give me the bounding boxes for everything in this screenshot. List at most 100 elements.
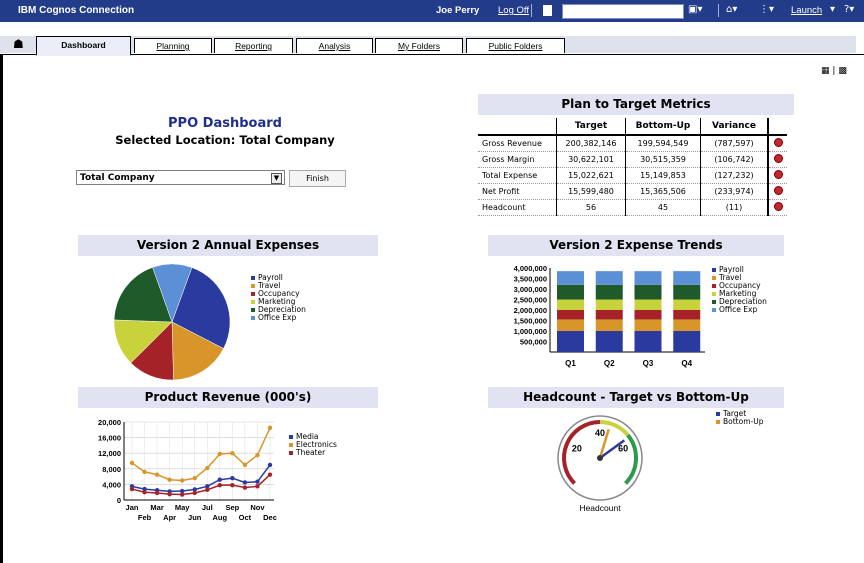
bar-segment [557, 299, 584, 310]
bar-segment [634, 319, 662, 331]
row-label: Gross Margin [478, 151, 557, 168]
bar-segment [634, 284, 662, 300]
search-input[interactable] [562, 4, 684, 19]
data-point [217, 451, 223, 457]
data-point [230, 475, 235, 481]
table-row: Net Profit 15,599,480 15,365,506 (233,97… [478, 183, 787, 200]
legend-swatch [251, 292, 255, 296]
status-dot-icon [773, 186, 783, 195]
x-tick-label: Nov [250, 503, 265, 512]
y-tick-label: 20,000 [98, 418, 121, 427]
tab-dashboard[interactable]: Dashboard [36, 36, 131, 56]
x-tick-label: Oct [239, 513, 252, 522]
data-point [230, 482, 235, 488]
tab-planning[interactable]: Planning [134, 38, 212, 53]
data-point [242, 485, 248, 490]
data-point [217, 482, 223, 488]
x-tick-label: Jan [126, 503, 139, 512]
tab-analysis[interactable]: Analysis [296, 38, 373, 53]
x-tick-label: Q4 [681, 359, 692, 368]
x-tick-label: Aug [213, 513, 228, 522]
metrics-table: Target Bottom-Up Variance Gross Revenue … [478, 118, 787, 216]
portal-home-icon[interactable]: ☗ [13, 37, 24, 51]
row-label: Gross Revenue [478, 135, 557, 152]
x-tick-label: Q2 [604, 359, 615, 368]
expense-trends-bar-chart: 4,000,000 3,500,0003,000,000 2,500,0002,00… [514, 264, 705, 368]
column-header: Variance [700, 118, 768, 136]
bar-segment [634, 310, 662, 320]
title-bar: IBM Cognos Connection Joe Perry Log Off … [0, 0, 864, 22]
legend-swatch [251, 316, 255, 320]
chevron-down-icon[interactable]: ▾ [830, 4, 835, 15]
data-point [217, 477, 223, 482]
bar-segment [595, 271, 623, 285]
more-icon[interactable]: ⋮▾ [759, 4, 774, 15]
separator [718, 4, 719, 17]
y-tick-label: 2,000,000 [514, 306, 547, 315]
data-point [255, 484, 260, 489]
bar-segment [595, 331, 623, 352]
y-tick-label: 1,500,000 [514, 317, 547, 326]
page-properties-icon[interactable]: ▩ [838, 66, 847, 76]
status-indicator [767, 135, 787, 152]
logoff-link[interactable]: Log Off [498, 5, 529, 16]
location-select[interactable]: Total Company ▼ [76, 170, 285, 185]
launch-menu[interactable]: Launch [791, 5, 822, 16]
cell-bottom-up: 199,594,549 [625, 135, 701, 152]
home-icon[interactable]: ⌂▾ [726, 4, 737, 15]
gauge-hub [597, 455, 603, 461]
x-tick-label: Apr [163, 513, 176, 522]
page-icon[interactable] [543, 5, 552, 16]
edit-page-icon[interactable]: ▦ [821, 66, 830, 76]
table-row: Gross Revenue 200,382,146 199,594,549 (7… [478, 135, 787, 152]
separator: | [832, 66, 836, 76]
bar-segment [634, 271, 662, 285]
data-point [167, 477, 172, 482]
data-point [205, 465, 210, 471]
column-header: Bottom-Up [625, 118, 701, 136]
column-header [767, 118, 787, 136]
line-legend: Media Electronics Theater [289, 433, 337, 457]
x-tick-label: Q3 [643, 359, 654, 368]
line-legend-item: Theater [289, 449, 337, 457]
y-tick-label: 12,000 [98, 449, 121, 458]
tab-public-folders[interactable]: Public Folders [466, 38, 565, 53]
chevron-down-icon[interactable]: ▼ [271, 173, 282, 184]
bar-segment [557, 271, 584, 285]
cell-target: 15,022,621 [556, 167, 626, 184]
help-icon[interactable]: ?▾ [844, 4, 854, 15]
finish-button[interactable]: Finish [289, 170, 346, 187]
row-label: Headcount [478, 199, 557, 216]
data-point [255, 479, 260, 484]
legend-swatch [251, 284, 255, 288]
legend-label: Office Exp [258, 313, 297, 322]
gauge-label: Headcount [579, 503, 621, 513]
data-point [154, 490, 160, 496]
bar-segment [595, 319, 623, 331]
cell-variance: (233,974) [700, 183, 768, 200]
dashboard-subtitle: Selected Location: Total Company [115, 133, 335, 147]
legend-swatch [712, 292, 716, 296]
x-tick-label: Jun [188, 513, 202, 522]
headcount-title: Headcount - Target vs Bottom-Up [488, 387, 784, 408]
separator [531, 4, 532, 17]
legend-swatch [251, 308, 255, 312]
user-name: Joe Perry [436, 5, 480, 16]
dashboard-title: PPO Dashboard [168, 116, 282, 131]
y-tick-label: 3,000,000 [514, 285, 547, 294]
tab-my-folders[interactable]: My Folders [375, 38, 463, 53]
data-point [230, 451, 235, 456]
row-label: Net Profit [478, 183, 557, 200]
tab-reporting[interactable]: Reporting [214, 38, 293, 53]
data-point [255, 452, 260, 458]
bar-segment [557, 319, 584, 331]
data-point [179, 478, 185, 483]
cell-variance: (787,597) [700, 135, 768, 152]
pie-legend: Payroll Travel Occupancy Marketing Depreciat… [251, 274, 306, 322]
y-tick-label: 4,000,000 [514, 264, 547, 273]
y-tick-label: 4,000 [102, 480, 121, 489]
search-icon[interactable]: ▣▾ [688, 4, 702, 15]
data-point [267, 462, 273, 468]
status-dot-icon [773, 202, 783, 211]
y-tick-label: 1,000,000 [514, 327, 547, 336]
